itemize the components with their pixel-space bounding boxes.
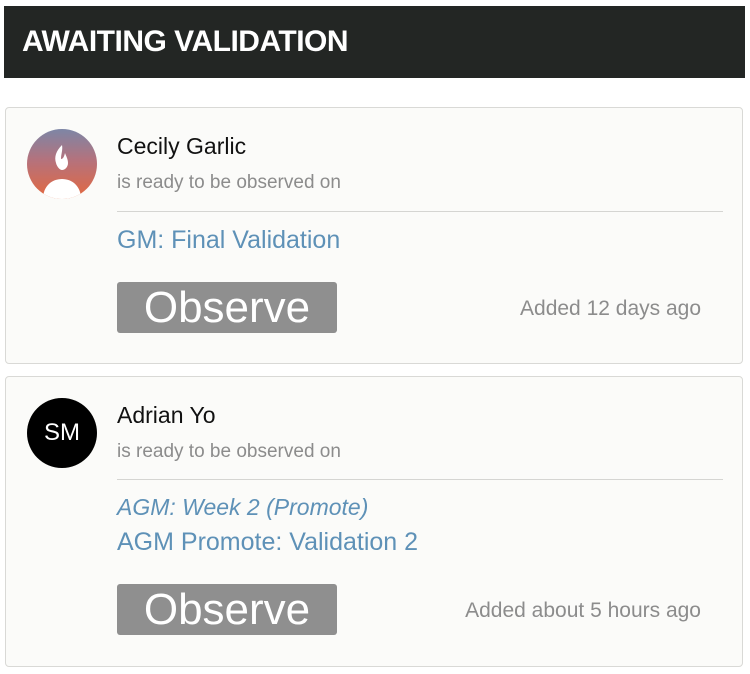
panel-header: AWAITING VALIDATION <box>4 6 745 78</box>
status-text: is ready to be observed on <box>117 441 341 462</box>
validation-link[interactable]: AGM Promote: Validation 2 <box>117 528 418 557</box>
user-name: Cecily Garlic <box>117 133 247 159</box>
added-timestamp: Added about 5 hours ago <box>465 599 701 622</box>
avatar[interactable] <box>27 129 97 199</box>
fire-user-avatar-icon <box>43 145 81 199</box>
validation-card: SM Adrian Yo is ready to be observed on … <box>5 376 743 667</box>
awaiting-validation-panel: AWAITING VALIDATION Cecily Garlic is rea… <box>0 0 750 674</box>
validation-card: Cecily Garlic is ready to be observed on… <box>5 107 743 364</box>
status-text: is ready to be observed on <box>117 172 341 193</box>
user-name: Adrian Yo <box>117 402 216 428</box>
observe-button[interactable]: Observe <box>117 584 337 635</box>
observe-button[interactable]: Observe <box>117 282 337 333</box>
panel-title: AWAITING VALIDATION <box>22 25 349 58</box>
divider <box>117 479 723 480</box>
added-timestamp: Added 12 days ago <box>520 297 701 320</box>
week-link[interactable]: AGM: Week 2 (Promote) <box>117 494 368 521</box>
validation-link[interactable]: GM: Final Validation <box>117 226 340 255</box>
divider <box>117 211 723 212</box>
avatar[interactable]: SM <box>27 398 97 468</box>
avatar-initials: SM <box>44 419 80 446</box>
